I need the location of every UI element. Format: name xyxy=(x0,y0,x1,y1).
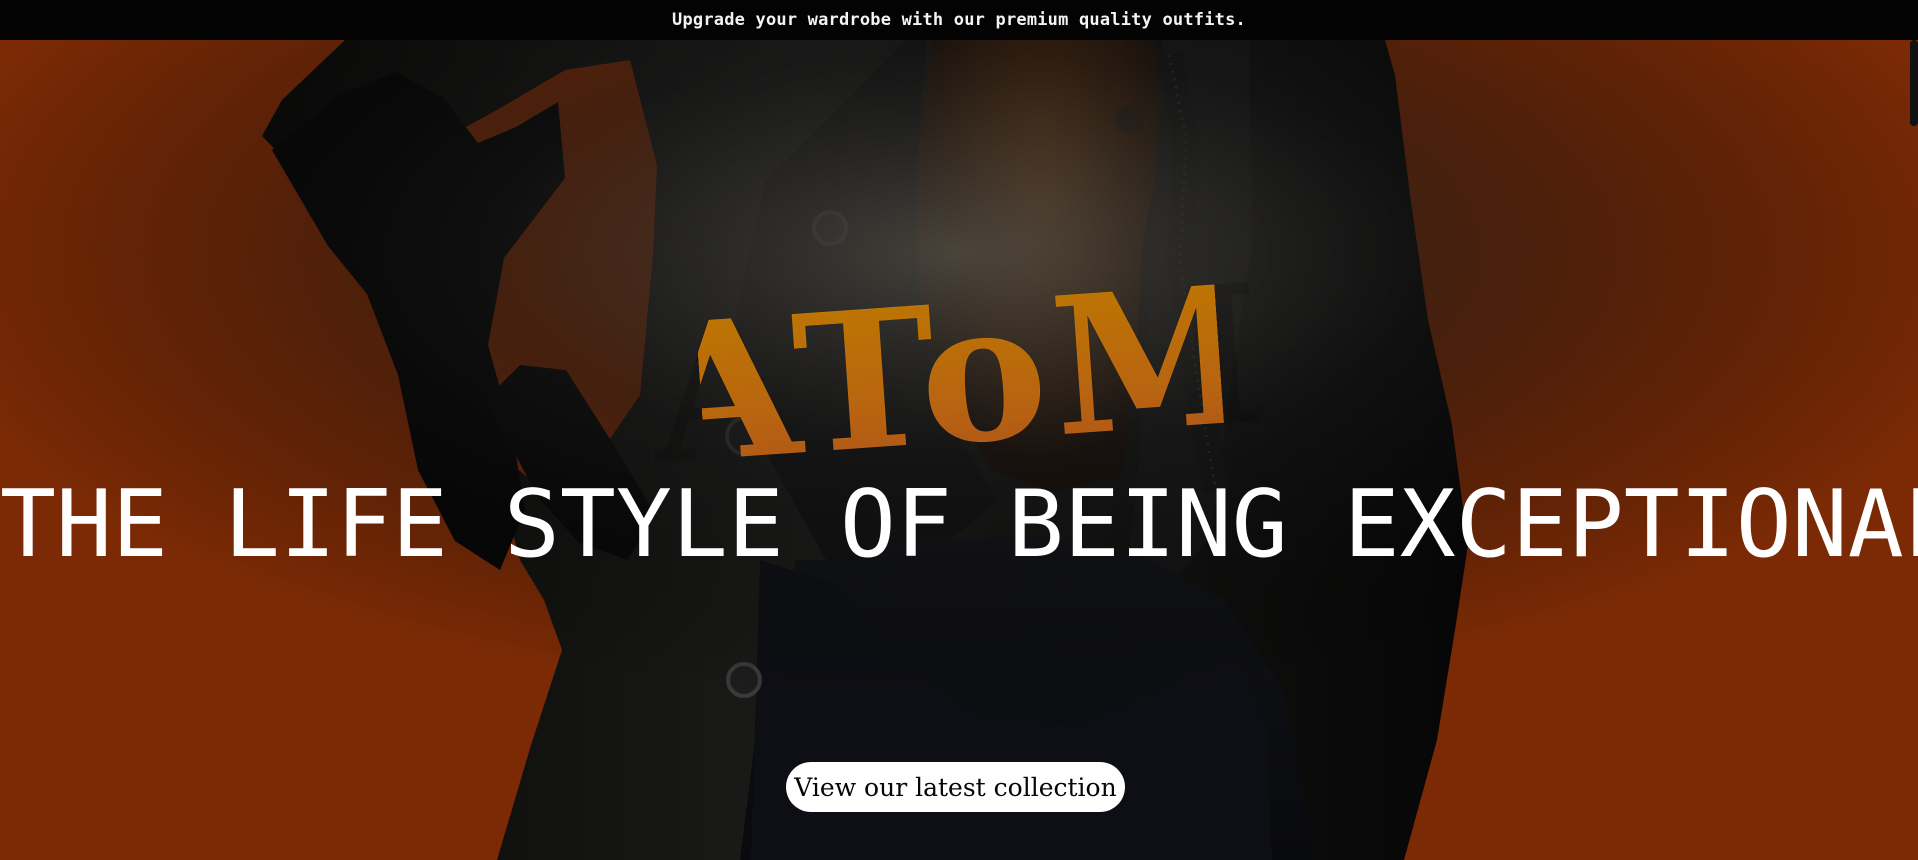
view-latest-collection-button[interactable]: View our latest collection xyxy=(786,762,1125,812)
brand-logo: AToM xyxy=(644,241,1276,508)
hero-section: AToM THE LIFE STYLE OF BEING EXCEPTIONAL… xyxy=(0,40,1918,860)
announcement-bar: Upgrade your wardrobe with our premium q… xyxy=(0,0,1918,40)
hero-heading: THE LIFE STYLE OF BEING EXCEPTIONAL xyxy=(0,470,1918,578)
announcement-text: Upgrade your wardrobe with our premium q… xyxy=(672,10,1246,30)
scrollbar-thumb[interactable] xyxy=(1910,40,1918,126)
